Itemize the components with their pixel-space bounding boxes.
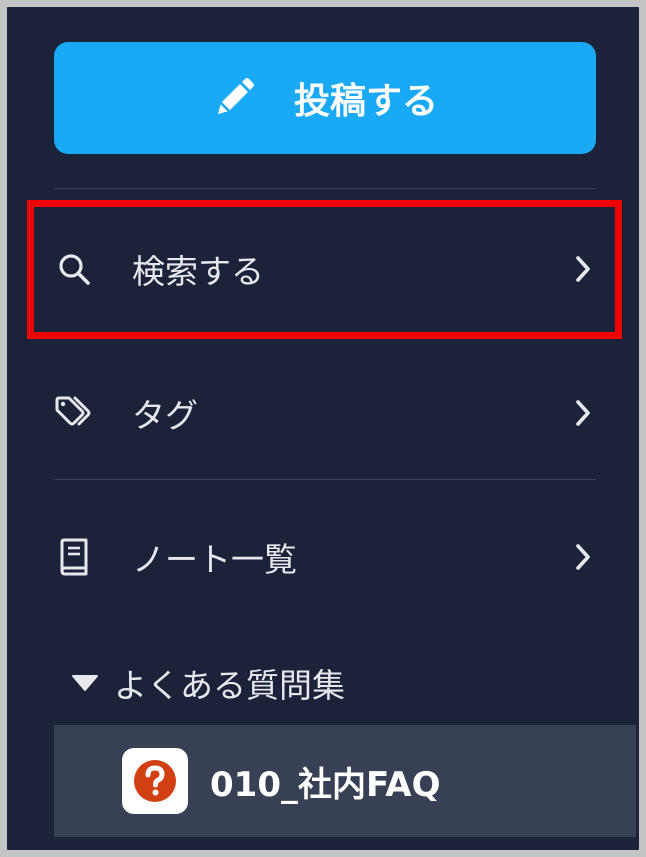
nav-item-tags[interactable]: タグ (54, 378, 596, 448)
folder-label: よくある質問集 (114, 666, 345, 705)
chevron-right-icon (570, 254, 596, 284)
chevron-right-icon (570, 542, 596, 572)
note-app-icon (122, 748, 188, 814)
pencil-icon (212, 76, 256, 120)
sidebar: 投稿する 検索する タグ ノート一覧 よくある質問集 010_社内FAQ (0, 0, 646, 857)
notebook-icon (54, 537, 94, 577)
folder-faq-toggle[interactable]: よくある質問集 (70, 653, 345, 713)
nav-item-search[interactable]: 検索する (54, 234, 596, 304)
tag-icon (54, 393, 94, 433)
post-button[interactable]: 投稿する (54, 42, 596, 154)
note-item-label: 010_社内FAQ (210, 764, 441, 805)
nav-item-notes[interactable]: ノート一覧 (54, 522, 596, 592)
nav-item-label: タグ (132, 396, 198, 435)
chevron-right-icon (570, 398, 596, 428)
nav-item-label: 検索する (132, 252, 264, 291)
divider (54, 188, 596, 189)
nav-item-label: ノート一覧 (132, 540, 297, 579)
note-item-faq[interactable]: 010_社内FAQ (54, 725, 636, 837)
post-button-label: 投稿する (293, 81, 438, 122)
divider (54, 479, 596, 480)
caret-down-icon (70, 673, 100, 693)
question-mark-icon (134, 760, 176, 802)
search-icon (54, 249, 94, 289)
